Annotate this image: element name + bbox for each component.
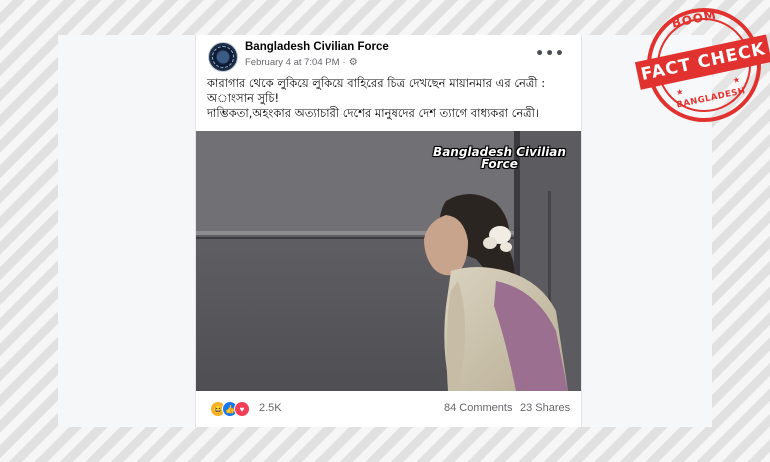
star-icon: ★ (675, 86, 685, 98)
love-icon: ♥ (234, 401, 250, 417)
fact-check-stamp: BOOM FACT CHECK BANGLADESH ★ ★ (629, 0, 770, 140)
comments-count[interactable]: 84 Comments (444, 402, 512, 414)
reaction-icons[interactable]: 😆 👍 ♥ (210, 401, 250, 417)
image-watermark: Bangladesh Civilian Force (432, 146, 567, 170)
gear-icon[interactable]: ⚙ (349, 57, 358, 68)
watermark-line-2: Force (481, 157, 518, 171)
page-name-link[interactable]: Bangladesh Civilian Force (245, 41, 389, 53)
post-photo[interactable]: Bangladesh Civilian Force (196, 131, 581, 391)
photo-scene (196, 131, 581, 391)
more-options-button[interactable]: ••• (535, 47, 565, 61)
post-meta: February 4 at 7:04 PM · ⚙ (245, 57, 358, 68)
post-text: কারাগার থেকে লুকিয়ে লুকিয়ে বাহিরের চিত… (207, 76, 577, 121)
facebook-post-card: Bangladesh Civilian Force February 4 at … (195, 35, 582, 427)
meta-separator: · (342, 57, 346, 68)
page-avatar[interactable] (208, 42, 238, 72)
engagement-bar: 😆 👍 ♥ 2.5K 84 Comments 23 Shares (196, 391, 581, 427)
post-text-line-2: দাম্ভিকতা,অহংকার অত্যাচারী দেশের মানুষদে… (207, 106, 540, 120)
avatar-emblem-icon (212, 46, 234, 68)
shares-count[interactable]: 23 Shares (520, 402, 570, 414)
star-icon: ★ (731, 74, 741, 86)
reaction-count[interactable]: 2.5K (259, 402, 282, 414)
post-text-line-1: কারাগার থেকে লুকিয়ে লুকিয়ে বাহিরের চিত… (207, 76, 546, 105)
post-timestamp[interactable]: February 4 at 7:04 PM (245, 57, 340, 68)
